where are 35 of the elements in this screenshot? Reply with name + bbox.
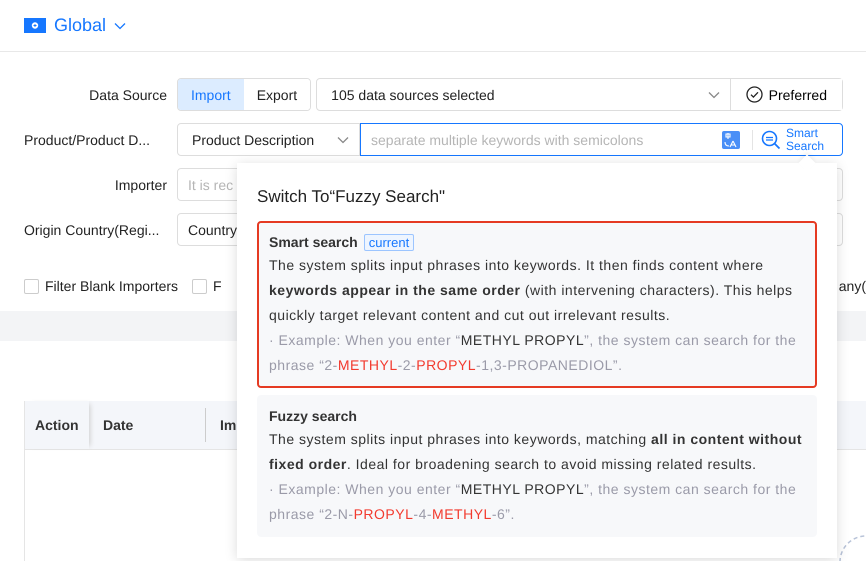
search-mode-option[interactable] [257,221,817,388]
field-label: Product/Product D... [24,132,152,148]
region-title[interactable]: Global [54,15,106,36]
option-example: · Example: When you enter “METHYL PROPYL”, the system can search for the phrase “2-METHYL-2-PROPYL-1,3-PROPANEDIOL”. [269,331,798,375]
checkbox[interactable] [24,278,39,294]
check-circle-icon [746,86,763,103]
option-description: The system splits input phrases into keywords. It then finds content where keywords appear in the same order (with intervening characters). This helps quickly target relevant content and cut out irrelevant results. [269,256,794,325]
chevron-icon [114,22,126,30]
column-header: Im [219,416,236,435]
field-label: Data Source [88,86,167,102]
column-header: Date [89,408,206,442]
keyword-field[interactable]: separate multiple keywords with semicolons Smart Search [360,123,843,156]
search-field-select[interactable]: Product Description [177,123,360,156]
checkbox-label: Filter Blank Importers [45,278,178,294]
checkbox[interactable] [192,278,208,294]
chevron-icon [337,136,349,144]
popover-title: Switch To“Fuzzy Search" [257,187,446,207]
field-label: Importer [114,176,167,192]
option-description: The system splits input phrases into keywords, matching all in content without fixed order. Ideal for broadening search to avoid missing related results. [269,430,804,474]
select-value: 105 data sources selected [331,86,495,102]
select-value: Country [188,222,238,238]
smart-search-button[interactable]: Smart Search [753,126,842,152]
current-badge: current [364,234,414,250]
column-header: Action [25,401,89,449]
option-title: Fuzzy search [269,408,357,424]
option-title: Smart search [269,234,358,250]
globe-icon [24,18,46,33]
checkbox-label: F [213,278,222,294]
checkbox-label: any( [838,278,866,294]
chevron-icon [708,90,720,98]
search-icon [761,130,781,150]
translate-icon[interactable] [722,130,740,148]
field-label: Origin Country(Regi... [24,222,160,238]
select-value: Product Description [192,132,314,148]
option-example: · Example: When you enter “METHYL PROPYL”, the system can search for the phrase “2-N-PROPYL-4-METHYL-6”. [269,480,798,524]
